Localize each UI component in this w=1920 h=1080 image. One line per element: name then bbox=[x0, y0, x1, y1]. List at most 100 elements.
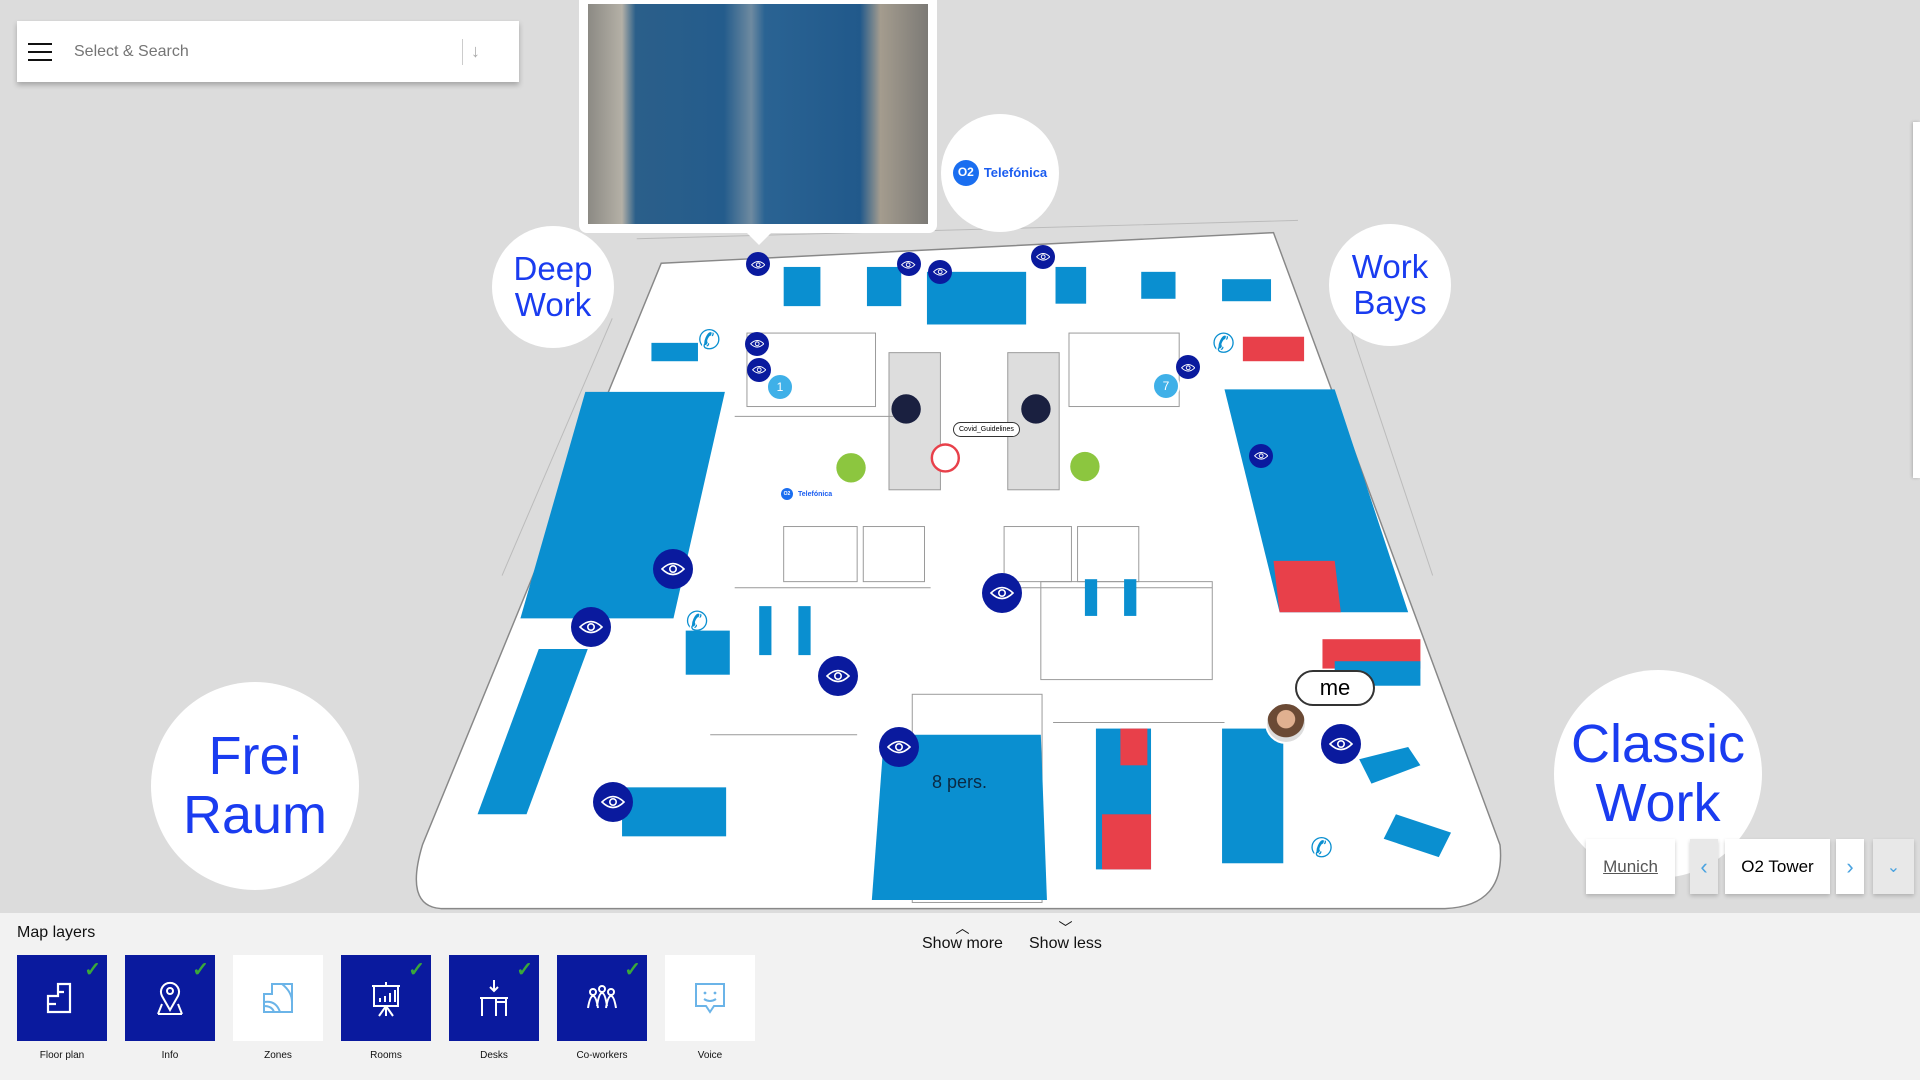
eye-icon bbox=[749, 340, 764, 348]
number-badge[interactable]: 1 bbox=[766, 373, 794, 401]
chevron-down-icon: ﹀ bbox=[1058, 920, 1073, 936]
layer-label: Voice bbox=[697, 1050, 723, 1061]
floor-map[interactable]: ✆✆✆✆ ↓ O2Telefónica O2Telefónica Deep Wo… bbox=[0, 0, 1920, 913]
arrow-down-icon[interactable]: ↓ bbox=[471, 41, 480, 62]
svg-text:✆: ✆ bbox=[1212, 329, 1235, 359]
eye-icon bbox=[661, 563, 686, 576]
layer-tile: ✓ bbox=[449, 955, 539, 1041]
brand-bubble: O2 Telefónica bbox=[941, 114, 1059, 232]
view-marker[interactable] bbox=[744, 332, 769, 357]
chevron-right-icon: › bbox=[1846, 853, 1854, 879]
room-photo bbox=[588, 4, 928, 224]
map-layers-panel: Map layers ︿ Show more ﹀ Show less ✓ Floor … bbox=[0, 913, 1920, 1080]
layer-tile: ✓ bbox=[125, 955, 215, 1041]
search-bar: ↓ bbox=[17, 21, 519, 82]
layer-toggle-info[interactable]: ✓ Info bbox=[125, 955, 215, 1065]
floor-dropdown-button[interactable]: ⌄ bbox=[1873, 839, 1914, 894]
zone-label-work-bays[interactable]: Work Bays bbox=[1329, 224, 1451, 346]
layer-tile: ✓ bbox=[341, 955, 431, 1041]
layer-label: Desks bbox=[480, 1050, 508, 1061]
view-marker[interactable] bbox=[571, 606, 612, 647]
chat-bubble-icon bbox=[695, 983, 725, 1014]
eye-icon bbox=[1254, 451, 1269, 460]
zone-label-text: Frei Raum bbox=[182, 725, 328, 845]
presentation-board-icon bbox=[372, 982, 400, 1017]
floor-plan-icon bbox=[46, 982, 72, 1014]
eye-icon bbox=[901, 260, 916, 269]
eye-icon bbox=[825, 669, 850, 683]
layer-toggle-zones[interactable]: Zones bbox=[233, 955, 323, 1065]
menu-icon[interactable] bbox=[28, 42, 52, 61]
layer-label: Info bbox=[161, 1050, 179, 1061]
brand-name: Telefónica bbox=[798, 490, 833, 498]
show-more-button[interactable]: ︿ Show more bbox=[922, 921, 1003, 953]
svg-text:✆: ✆ bbox=[698, 325, 721, 355]
zone-label-frei-raum[interactable]: Frei Raum bbox=[151, 682, 359, 890]
zone-label-deep-work[interactable]: Deep Work bbox=[492, 226, 614, 348]
chevron-down-icon: ⌄ bbox=[1886, 858, 1901, 876]
chevron-up-icon: ︿ bbox=[955, 920, 970, 936]
eye-icon bbox=[989, 586, 1014, 599]
map-pin-icon bbox=[157, 981, 183, 1015]
eye-icon bbox=[886, 740, 911, 754]
view-marker[interactable] bbox=[653, 549, 694, 590]
search-input[interactable] bbox=[74, 42, 454, 61]
view-marker[interactable] bbox=[1031, 245, 1056, 270]
view-marker[interactable] bbox=[896, 252, 921, 277]
zone-label-text: Work Bays bbox=[1351, 247, 1429, 321]
zone-label-text: Deep Work bbox=[513, 249, 593, 323]
checkmark-icon: ✓ bbox=[408, 959, 425, 981]
brand-name: Telefónica bbox=[983, 164, 1048, 180]
covid-guidelines-label[interactable]: Covid_Guidelines bbox=[953, 422, 1020, 437]
building-name: O2 Tower bbox=[1725, 839, 1830, 894]
zone-label-text: Classic Work bbox=[1570, 713, 1746, 833]
layer-toggle-voice[interactable]: Voice bbox=[665, 955, 755, 1065]
layer-toggle-desks[interactable]: ✓ Desks bbox=[449, 955, 539, 1065]
avatar[interactable] bbox=[1265, 702, 1307, 744]
prev-building-button[interactable]: ‹ bbox=[1690, 839, 1718, 894]
layer-label: Zones bbox=[264, 1050, 292, 1061]
view-marker[interactable] bbox=[1175, 355, 1200, 380]
layer-toggle-co-workers[interactable]: ✓ Co-workers bbox=[557, 955, 647, 1065]
checkmark-icon: ✓ bbox=[84, 959, 101, 981]
city-link[interactable]: Munich bbox=[1586, 839, 1675, 894]
view-marker[interactable] bbox=[817, 655, 858, 696]
layer-tile: ✓ bbox=[17, 955, 107, 1041]
eye-icon bbox=[1180, 363, 1195, 372]
checkmark-icon: ✓ bbox=[516, 959, 533, 981]
view-marker[interactable] bbox=[1249, 443, 1274, 468]
eye-icon bbox=[1328, 738, 1353, 751]
side-panel-handle[interactable] bbox=[1913, 122, 1920, 478]
view-marker[interactable] bbox=[878, 726, 919, 767]
view-marker[interactable] bbox=[1320, 724, 1361, 765]
show-less-label: Show less bbox=[1029, 935, 1102, 952]
layer-tile: ✓ bbox=[557, 955, 647, 1041]
show-less-button[interactable]: ﹀ Show less bbox=[1029, 921, 1102, 953]
layer-toggle-floor-plan[interactable]: ✓ Floor plan bbox=[17, 955, 107, 1065]
desk-icon bbox=[480, 980, 508, 1016]
o2-logo-icon: O2 bbox=[781, 488, 793, 500]
view-marker[interactable] bbox=[928, 259, 953, 284]
divider bbox=[462, 38, 463, 65]
number-badge[interactable]: 7 bbox=[1152, 372, 1180, 400]
show-more-label: Show more bbox=[922, 935, 1003, 952]
svg-text:✆: ✆ bbox=[686, 607, 709, 637]
eye-icon bbox=[1036, 253, 1051, 261]
people-icon bbox=[587, 985, 617, 1009]
zones-icon bbox=[263, 983, 293, 1013]
room-capacity: 8 pers. bbox=[932, 772, 988, 792]
view-marker[interactable] bbox=[593, 782, 634, 823]
checkmark-icon: ✓ bbox=[624, 959, 641, 981]
view-marker[interactable] bbox=[981, 572, 1022, 613]
checkmark-icon: ✓ bbox=[192, 959, 209, 981]
layer-toggle-rooms[interactable]: ✓ Rooms bbox=[341, 955, 431, 1065]
layer-tile bbox=[665, 955, 755, 1041]
next-building-button[interactable]: › bbox=[1836, 839, 1864, 894]
view-marker[interactable] bbox=[745, 252, 770, 277]
o2-logo-icon: O2 bbox=[952, 160, 979, 186]
eye-icon bbox=[933, 268, 948, 276]
room-photo-popup bbox=[579, 0, 937, 245]
layer-tile bbox=[233, 955, 323, 1041]
eye-icon bbox=[579, 620, 604, 634]
chevron-left-icon: ‹ bbox=[1700, 853, 1708, 879]
